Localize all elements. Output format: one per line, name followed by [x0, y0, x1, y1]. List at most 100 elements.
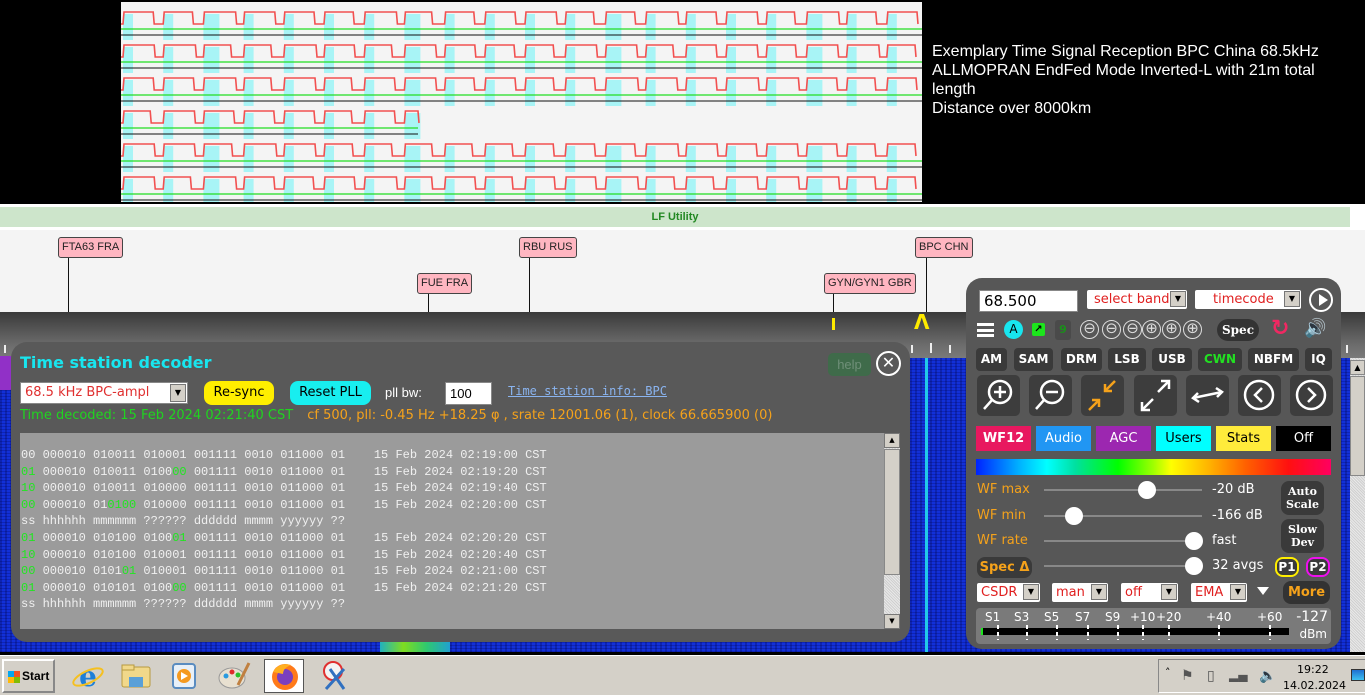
- reload-icon[interactable]: ↻: [1271, 317, 1289, 341]
- scroll-down-icon[interactable]: ▼: [884, 614, 900, 629]
- step-up-small-icon[interactable]: ⊕: [1142, 320, 1161, 339]
- station-label-bpc[interactable]: BPC CHN: [915, 237, 973, 258]
- clock-time[interactable]: 19:22: [1297, 663, 1329, 676]
- mode-select[interactable]: man ▼: [1052, 583, 1108, 602]
- show-hidden-icons-icon[interactable]: ˄: [1165, 666, 1171, 679]
- media-player-icon[interactable]: [164, 659, 204, 693]
- chevron-down-icon[interactable]: ▼: [1023, 584, 1039, 600]
- wf-max-knob[interactable]: [1137, 481, 1156, 499]
- band-bar-lf-utility[interactable]: LF Utility: [0, 207, 1350, 227]
- step-down-medium-icon[interactable]: ⊖: [1102, 320, 1121, 339]
- zoom-out-icon[interactable]: [1029, 375, 1072, 416]
- internet-explorer-icon[interactable]: e: [68, 659, 108, 693]
- file-explorer-icon[interactable]: [116, 659, 156, 693]
- p1-button[interactable]: P1: [1275, 557, 1299, 577]
- mode-drm-button[interactable]: DRM: [1061, 348, 1102, 371]
- start-button[interactable]: Start: [2, 659, 55, 693]
- wf-rate-knob[interactable]: [1185, 532, 1204, 550]
- log-scrollbar-thumb[interactable]: [884, 449, 900, 575]
- chevron-down-icon[interactable]: ▼: [1284, 291, 1300, 307]
- mode-nbfm-button[interactable]: NBFM: [1248, 348, 1299, 371]
- step-down-small-icon[interactable]: ⊖: [1123, 320, 1142, 339]
- step-up-large-icon[interactable]: ⊕: [1183, 320, 1202, 339]
- tab-stats[interactable]: Stats: [1216, 426, 1271, 451]
- wf-min-slider[interactable]: [1044, 507, 1202, 525]
- wf-max-slider[interactable]: [1044, 481, 1202, 499]
- network-signal-icon[interactable]: ▂▄: [1229, 668, 1247, 682]
- chevron-down-icon[interactable]: ▼: [1230, 584, 1246, 600]
- demod-select[interactable]: CSDR ▼: [977, 583, 1040, 602]
- spec-avg-slider[interactable]: [1044, 557, 1204, 575]
- expand-arrow-icon[interactable]: [1257, 587, 1269, 595]
- chevron-down-icon[interactable]: ▼: [170, 384, 186, 402]
- band-select[interactable]: select band ▼: [1087, 290, 1187, 309]
- help-button[interactable]: help: [828, 353, 871, 376]
- scroll-up-icon[interactable]: ▲: [1350, 360, 1365, 375]
- mode-am-button[interactable]: AM: [976, 348, 1007, 371]
- volume-icon[interactable]: 🔈: [1259, 668, 1276, 684]
- tab-users[interactable]: Users: [1156, 426, 1211, 451]
- mode-iq-button[interactable]: IQ: [1305, 348, 1332, 371]
- chevron-down-icon[interactable]: ▼: [1170, 291, 1186, 307]
- frequency-input[interactable]: 68.500: [979, 290, 1078, 312]
- auto-scale-button[interactable]: Auto Scale: [1281, 481, 1324, 515]
- spec-button[interactable]: Spec: [1217, 319, 1259, 341]
- page-left-icon[interactable]: [1238, 375, 1281, 416]
- extension-select[interactable]: timecode ▼: [1195, 290, 1301, 309]
- chevron-down-icon[interactable]: ▼: [1161, 584, 1177, 600]
- snipping-tool-icon[interactable]: [316, 659, 356, 693]
- paint-icon[interactable]: [214, 659, 254, 693]
- firefox-icon[interactable]: [264, 659, 304, 693]
- close-icon[interactable]: ✕: [876, 351, 901, 376]
- page-scrollbar[interactable]: ▲: [1350, 358, 1365, 652]
- speaker-icon[interactable]: 🔊: [1304, 318, 1326, 340]
- step-up-medium-icon[interactable]: ⊕: [1162, 320, 1181, 339]
- station-label-fue[interactable]: FUE FRA: [417, 273, 473, 294]
- station-info-link[interactable]: Time station info: BPC: [508, 384, 667, 398]
- zoom-in-icon[interactable]: [977, 375, 1020, 416]
- spec-delta-button[interactable]: Spec Δ: [977, 557, 1032, 578]
- tab-off[interactable]: Off: [1276, 426, 1331, 451]
- page-right-icon[interactable]: [1290, 375, 1333, 416]
- scroll-up-icon[interactable]: ▲: [884, 433, 900, 448]
- play-circle-icon[interactable]: [1309, 288, 1333, 312]
- reset-pll-button[interactable]: Reset PLL: [290, 381, 371, 405]
- popout-icon[interactable]: ↗: [1032, 323, 1045, 336]
- slow-dev-button[interactable]: Slow Dev: [1281, 519, 1324, 553]
- resync-button[interactable]: Re-sync: [204, 381, 274, 405]
- spec-avg-knob[interactable]: [1185, 557, 1204, 575]
- tab-agc[interactable]: AGC: [1096, 426, 1151, 451]
- tuning-marker-icon[interactable]: Λ: [914, 312, 929, 332]
- p2-button[interactable]: P2: [1306, 557, 1330, 577]
- chevron-down-icon[interactable]: ▼: [1091, 584, 1107, 600]
- wf-min-knob[interactable]: [1065, 507, 1084, 525]
- avg-select[interactable]: EMA ▼: [1191, 583, 1247, 602]
- station-select[interactable]: 68.5 kHz BPC-ampl ▼: [20, 382, 188, 404]
- clock-date[interactable]: 14.02.2024: [1283, 679, 1346, 692]
- swap-icon[interactable]: [1186, 375, 1229, 416]
- scrollbar-thumb[interactable]: [1350, 376, 1365, 476]
- station-label-fta63[interactable]: FTA63 FRA: [58, 237, 124, 258]
- mode-usb-button[interactable]: USB: [1152, 348, 1192, 371]
- nine-button[interactable]: 9: [1055, 320, 1071, 340]
- pll-bw-input[interactable]: 100: [445, 382, 492, 405]
- zoom-max-icon[interactable]: [1134, 375, 1177, 416]
- mode-sam-button[interactable]: SAM: [1014, 348, 1053, 371]
- tab-wf12[interactable]: WF12: [976, 426, 1031, 451]
- more-button[interactable]: More: [1283, 581, 1330, 604]
- a-button[interactable]: A: [1004, 320, 1023, 339]
- menu-icon[interactable]: [977, 323, 994, 337]
- zoom-to-band-icon[interactable]: [1081, 375, 1124, 416]
- station-label-rbu[interactable]: RBU RUS: [519, 237, 577, 258]
- battery-icon[interactable]: ▯: [1207, 668, 1215, 684]
- wf-rate-slider[interactable]: [1044, 532, 1204, 550]
- decoder-log[interactable]: 00 000010 010011 010001 001111 0010 0110…: [20, 433, 900, 629]
- log-scrollbar[interactable]: ▲ ▼: [884, 433, 900, 629]
- station-label-gyn[interactable]: GYN/GYN1 GBR: [824, 273, 916, 294]
- tab-audio[interactable]: Audio: [1036, 426, 1091, 451]
- step-down-large-icon[interactable]: ⊖: [1080, 320, 1099, 339]
- filter-select[interactable]: off ▼: [1121, 583, 1178, 602]
- mode-lsb-button[interactable]: LSB: [1108, 348, 1146, 371]
- action-center-flag-icon[interactable]: ⚑: [1181, 668, 1194, 684]
- show-desktop-icon[interactable]: [1351, 669, 1365, 681]
